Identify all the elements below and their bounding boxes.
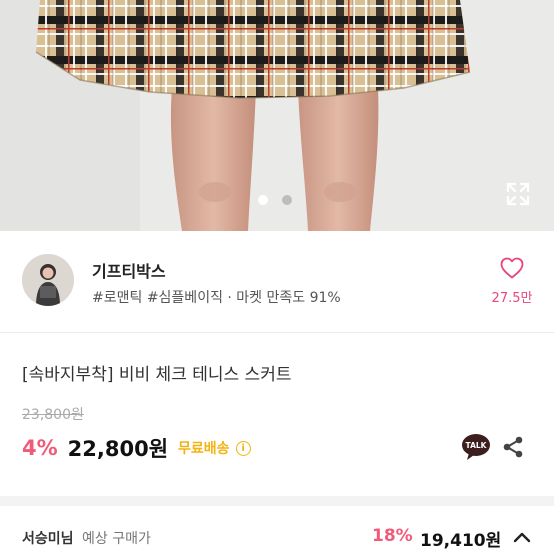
talk-label: TALK [466,441,488,450]
free-shipping-label: 무료배송 [178,441,230,457]
share-icon[interactable] [501,435,525,459]
carousel-dot[interactable] [282,195,292,205]
seller-section: 기프티박스 #로맨틱 #심플베이직 · 마켓 만족도 91% 27.5만 [0,231,554,332]
heart-outline-icon [500,257,524,279]
discount-rate: 4% [22,436,58,460]
talk-bubble-icon: TALK [462,434,490,460]
like-button[interactable]: 27.5만 [484,257,540,309]
original-price: 23,800원 [22,407,84,423]
seller-name[interactable]: 기프티박스 [92,258,166,282]
expand-arrows-icon[interactable] [505,181,531,207]
member-name: 서승미님 [22,531,74,547]
divider [0,332,554,333]
expected-price-label: 예상 구매가 [82,531,151,547]
member-price-bar[interactable]: 서승미님 예상 구매가 18% 19,410원 [0,506,554,554]
carousel-dot-active[interactable] [258,195,268,205]
sale-price: 22,800원 [67,437,169,461]
kakao-talk-button[interactable]: TALK [461,433,491,461]
product-title: [속바지부착] 비비 체크 테니스 스커트 [22,365,292,385]
info-icon[interactable]: i [235,440,251,456]
seller-avatar[interactable] [22,254,74,306]
price-row: 4% 22,800원 무료배송 i [22,434,251,462]
section-divider [0,496,554,506]
chevron-up-icon[interactable] [512,530,532,544]
product-image-carousel[interactable] [0,0,554,231]
carousel-indicator [258,195,292,205]
seller-tags: #로맨틱 #심플베이직 · 마켓 만족도 91% [92,290,341,306]
like-count: 27.5만 [491,291,533,306]
member-expected-price: 19,410원 [420,531,502,551]
member-discount-rate: 18% [372,526,413,546]
